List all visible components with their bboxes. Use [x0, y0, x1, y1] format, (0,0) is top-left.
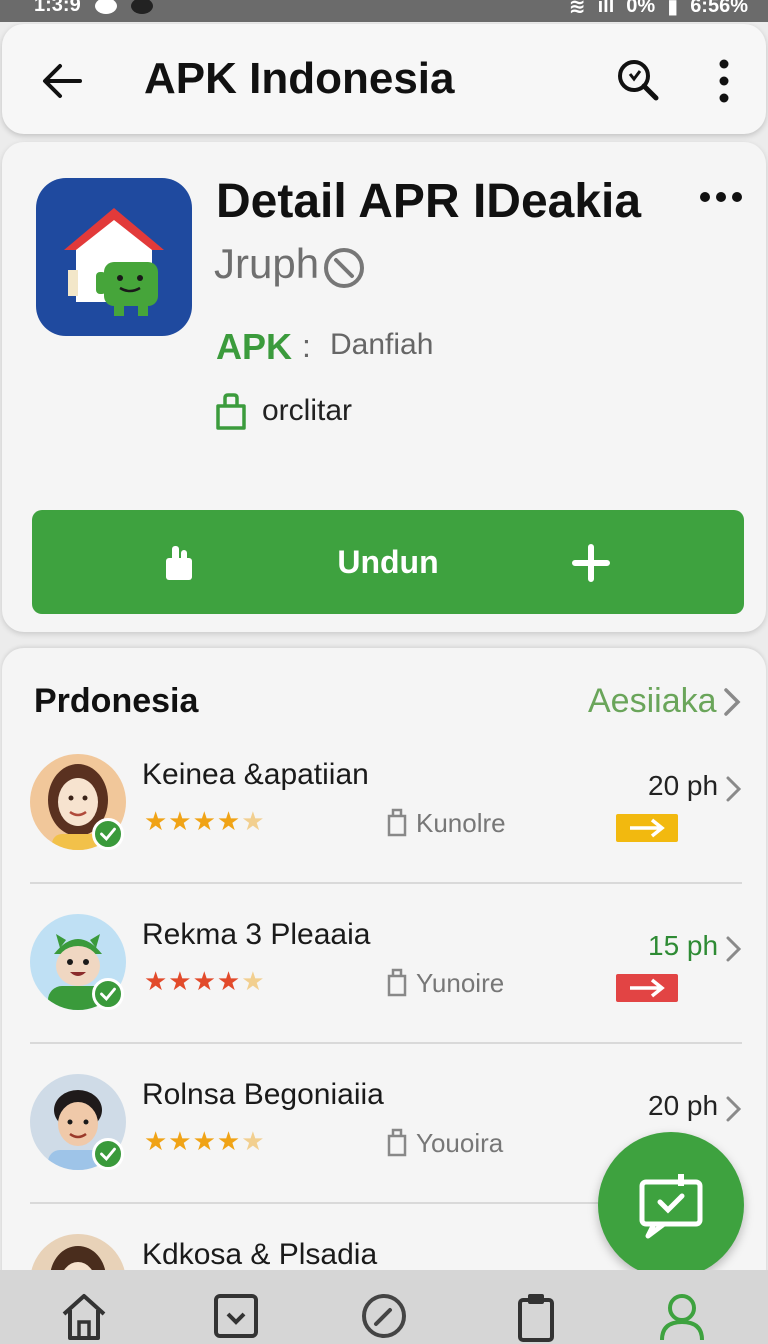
status-bar: 1:3:9 ≋ ıll 0% ▮ 6:56% [0, 0, 768, 22]
arrow-flag-icon [616, 974, 678, 1002]
status-time: 1:3:9 [34, 0, 81, 16]
rating-stars: ★★★★★ [144, 1126, 266, 1156]
chevron-right-icon[interactable] [724, 774, 744, 804]
plus-icon [572, 544, 610, 582]
item-name: Kdkosa & Plsadia [142, 1238, 378, 1271]
battery-level: 6:56% [690, 0, 748, 17]
battery-icon: ▮ [667, 0, 679, 18]
developer-name[interactable]: Jruph [214, 240, 319, 288]
chevron-right-icon[interactable] [724, 934, 744, 964]
bag-icon [387, 968, 407, 997]
apk-separator: : [302, 328, 311, 364]
app-detail-card: Detail APR IDeakia Jruph APK : Danfiah o… [2, 142, 766, 632]
item-tag: Youoira [416, 1128, 504, 1158]
item-name: Rolnsa Begoniaiia [142, 1078, 384, 1111]
app-icon[interactable] [36, 178, 192, 336]
status-left: 1:3:9 [34, 0, 153, 17]
apk-label: APK [216, 326, 293, 367]
item-tag: Kunolre [416, 808, 506, 838]
more-vertical-icon[interactable] [710, 58, 738, 104]
download-button[interactable]: Undun [32, 510, 744, 614]
search-icon[interactable] [614, 56, 662, 104]
app-bar-title: APK Indonesia [144, 54, 455, 103]
bottom-navigation [0, 1270, 768, 1344]
home-icon[interactable] [58, 1290, 110, 1342]
verified-check-icon [92, 1138, 124, 1170]
profile-icon[interactable] [656, 1290, 708, 1342]
clipboard-icon[interactable] [510, 1290, 562, 1342]
verified-badge-icon [324, 248, 364, 288]
battery-percent: 0% [626, 0, 656, 17]
bag-icon [387, 808, 407, 837]
item-time: 20 ph [648, 1090, 719, 1121]
rating-stars: ★★★★★ [144, 806, 266, 836]
app-bar: APK Indonesia [2, 24, 766, 134]
divider [30, 1042, 742, 1044]
item-time: 20 ph [648, 770, 719, 801]
divider [30, 882, 742, 884]
house-robot-icon [64, 208, 164, 316]
category-label[interactable]: orclitar [262, 394, 352, 428]
bag-icon [387, 1128, 407, 1157]
rating-stars: ★★★★★ [144, 966, 266, 996]
see-all-link[interactable]: Aesiiaka [588, 682, 717, 721]
app-title: Detail APR IDeakia [216, 175, 642, 228]
item-time: 15 ph [648, 930, 719, 961]
apk-value: Danfiah [330, 328, 434, 361]
item-name: Rekma 3 Pleaaia [142, 918, 371, 951]
floating-action-button[interactable] [598, 1132, 744, 1278]
shopping-bag-icon [216, 393, 246, 430]
item-name: Keinea &apatiian [142, 758, 369, 791]
section-title: Prdonesia [34, 682, 199, 720]
verified-check-icon [92, 818, 124, 850]
chevron-right-icon[interactable] [724, 1094, 744, 1124]
notification-icon [94, 0, 117, 14]
more-horizontal-icon[interactable] [696, 182, 746, 212]
app-notification-icon [130, 0, 153, 14]
list-item[interactable]: Keinea &apatiian ★★★★★ Kunolre 20 ph [2, 754, 766, 914]
chevron-right-icon[interactable] [722, 686, 742, 718]
chat-check-icon [639, 1174, 703, 1239]
compass-icon[interactable] [358, 1290, 410, 1342]
signal-icon: ıll [597, 0, 615, 17]
download-icon[interactable] [210, 1290, 262, 1342]
download-button-label: Undun [337, 544, 439, 580]
wifi-icon: ≋ [568, 0, 586, 18]
arrow-flag-icon [616, 814, 678, 842]
list-item[interactable]: Rekma 3 Pleaaia ★★★★★ Yunoire 15 ph [2, 914, 766, 1074]
status-right: ≋ ıll 0% ▮ 6:56% [569, 0, 748, 19]
item-tag: Yunoire [416, 968, 505, 998]
back-arrow-icon[interactable] [40, 61, 84, 101]
verified-check-icon [92, 978, 124, 1010]
